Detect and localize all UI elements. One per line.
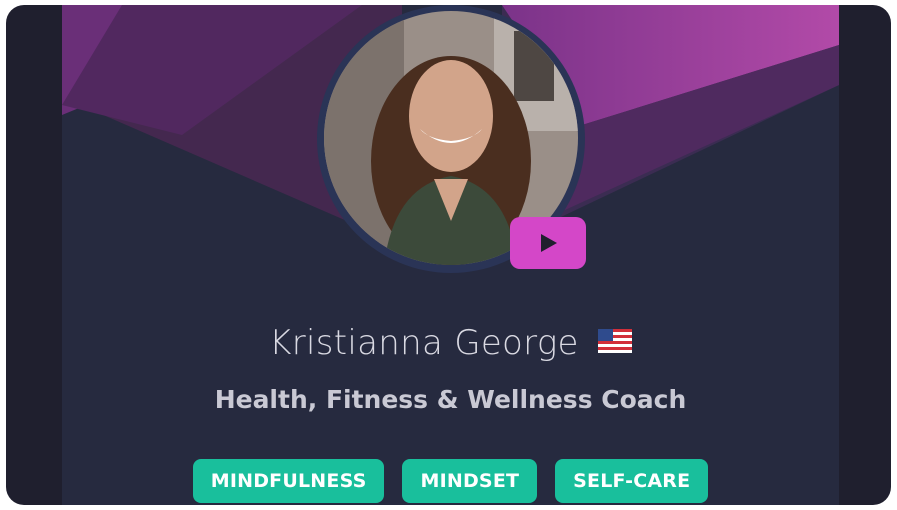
tag-mindfulness[interactable]: MINDFULNESS	[192, 459, 385, 503]
tag-mindset[interactable]: MINDSET	[402, 459, 538, 503]
coach-name: Kristianna George	[269, 323, 579, 363]
page-frame: Kristianna George Health, Fitness & Well…	[6, 5, 891, 505]
coach-role: Health, Fitness & Wellness Coach	[214, 385, 687, 414]
play-video-button[interactable]	[510, 217, 586, 269]
coach-name-row: Kristianna George	[62, 323, 839, 363]
specialty-tags: MINDFULNESS MINDSET SELF-CARE	[62, 459, 839, 503]
play-icon	[541, 234, 557, 252]
tag-self-care[interactable]: SELF-CARE	[555, 459, 709, 503]
us-flag-icon	[597, 322, 632, 362]
coach-profile-card: Kristianna George Health, Fitness & Well…	[62, 5, 839, 505]
